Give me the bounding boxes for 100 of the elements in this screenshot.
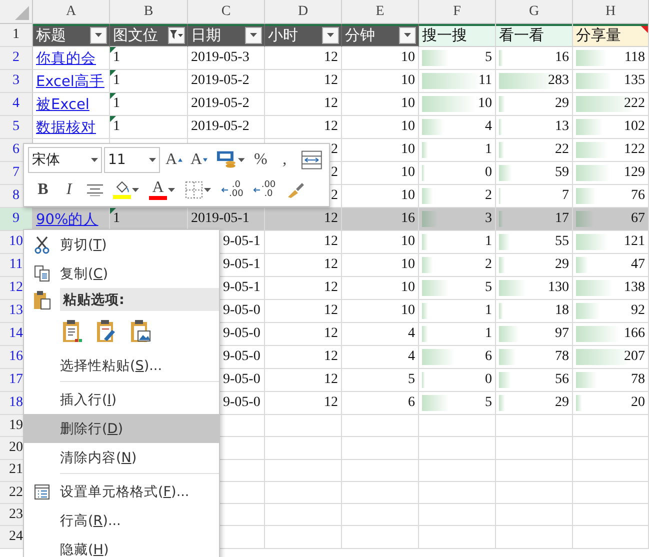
copy-icon: [34, 265, 50, 282]
table-cell-text: 29: [555, 395, 570, 411]
table-cell-text: 4: [408, 349, 416, 365]
caret-icon: [149, 158, 156, 162]
table-cell-text: 121: [624, 234, 646, 250]
table-cell-text: 129: [624, 165, 646, 181]
table-cell-text: 7: [562, 188, 570, 204]
table-cell-text: 10: [401, 50, 416, 66]
table-cell-text: 6: [485, 349, 493, 365]
row-header[interactable]: 2: [0, 47, 33, 70]
bold-button[interactable]: B: [32, 178, 54, 202]
table-cell-text: 2: [485, 257, 493, 273]
table-cell-text: 5: [485, 280, 493, 296]
table-cell-text: 16: [401, 211, 416, 227]
table-cell-text: 12: [324, 73, 339, 89]
column-header[interactable]: A: [33, 0, 110, 24]
menu-item[interactable]: 剪切(T): [60, 236, 107, 254]
table-cell-text: 78: [555, 349, 570, 365]
caret-icon: [250, 33, 257, 37]
up-arrow-icon: [178, 158, 182, 162]
table-cell-text: 0: [485, 372, 493, 388]
table-cell-text: 10: [401, 188, 416, 204]
table-cell-text: 10: [401, 96, 416, 112]
filter-button[interactable]: [322, 26, 339, 44]
column-header[interactable]: G: [496, 0, 573, 24]
percent-button[interactable]: %: [250, 148, 272, 172]
table-cell-text: 1: [485, 142, 493, 158]
column-header[interactable]: D: [265, 0, 342, 24]
column-header[interactable]: H: [573, 0, 649, 24]
table-cell-text: 5: [485, 395, 493, 411]
table-cell-text: 9-05-0: [222, 349, 260, 365]
row-header[interactable]: 3: [0, 70, 33, 93]
link[interactable]: 被Excel: [33, 94, 90, 114]
table-cell-text: 2: [331, 188, 339, 204]
menu-item[interactable]: 隐藏(H): [60, 540, 109, 557]
table-cell-text: 4: [408, 326, 416, 342]
column-header[interactable]: F: [419, 0, 496, 24]
filter-button[interactable]: [168, 26, 185, 44]
table-cell-text: 166: [624, 326, 646, 342]
menu-item[interactable]: 选择性粘贴(S)...: [60, 356, 162, 374]
error-indicator-icon: [110, 116, 116, 122]
row-header[interactable]: 4: [0, 93, 33, 116]
link[interactable]: Excel高手: [33, 72, 104, 90]
menu-item[interactable]: 行高(R)...: [60, 512, 121, 530]
font-color-button[interactable]: A: [146, 178, 178, 202]
caret-icon: [95, 33, 102, 37]
table-cell-text: 9-05-0: [222, 372, 260, 388]
grow-font-button[interactable]: A: [162, 148, 186, 172]
column-header[interactable]: E: [342, 0, 419, 24]
shrink-font-button[interactable]: A: [188, 148, 211, 172]
table-cell-text: 10: [401, 119, 416, 135]
paint-bucket-icon: [114, 181, 130, 195]
decrease-decimal-button[interactable]: .00 .0: [250, 178, 279, 202]
link[interactable]: 你真的会: [33, 48, 96, 68]
font-field[interactable]: 宋体: [28, 147, 102, 173]
funnel-icon: [170, 30, 183, 40]
left-arrow-icon: [253, 187, 260, 193]
column-header[interactable]: B: [110, 0, 188, 24]
filter-button[interactable]: [245, 26, 262, 44]
row-header[interactable]: 5: [0, 116, 33, 139]
comma-button[interactable]: ,: [274, 148, 296, 172]
triangle-icon: [15, 6, 29, 20]
increase-decimal-button[interactable]: .0 .00: [218, 178, 246, 202]
font-size-field[interactable]: 11: [104, 147, 160, 173]
scissors-icon: [34, 236, 50, 254]
table-cell-text: 55: [555, 234, 570, 250]
table-cell-text: 2019-05-2: [190, 96, 250, 112]
table-cell-text: 17: [555, 211, 570, 227]
paste-option-button[interactable]: [96, 319, 118, 343]
paste-option-button[interactable]: [130, 319, 152, 343]
table-cell-text: 1: [485, 234, 493, 250]
column-title: 小时: [268, 26, 299, 44]
table-cell-text: 18: [555, 303, 570, 319]
table-cell-text: 4: [485, 119, 493, 135]
table-cell-text: 47: [631, 257, 646, 273]
menu-item[interactable]: 插入行(I): [60, 390, 117, 408]
menu-item[interactable]: 复制(C): [60, 264, 108, 282]
paste-formatting-icon: [96, 319, 118, 343]
menu-item[interactable]: 清除内容(N): [60, 448, 137, 466]
table-cell-text: 16: [555, 50, 570, 66]
row-header[interactable]: 9: [0, 208, 33, 231]
paste-option-button[interactable]: [62, 319, 84, 343]
column-header[interactable]: C: [188, 0, 265, 24]
table-cell-text: 9-05-0: [222, 303, 260, 319]
table-cell-text: 1: [112, 211, 120, 227]
table-cell-text: 1: [112, 96, 120, 112]
table-cell-text: 59: [555, 165, 570, 181]
table-cell-text: 5: [485, 50, 493, 66]
column-title: 图文位: [113, 26, 159, 44]
table-cell-text: 2: [331, 142, 339, 158]
table-cell-text: 29: [555, 257, 570, 273]
italic-button[interactable]: I: [58, 178, 80, 202]
table-cell-text: 76: [631, 188, 646, 204]
column-title: 分钟: [345, 26, 376, 44]
link[interactable]: 数据核对: [33, 118, 96, 136]
row-header[interactable]: 1: [0, 24, 33, 47]
menu-item[interactable]: 设置单元格格式(F)...: [60, 482, 190, 500]
filter-button[interactable]: [399, 26, 416, 44]
filter-button[interactable]: [90, 26, 107, 44]
table-cell-text: 1: [112, 50, 120, 66]
